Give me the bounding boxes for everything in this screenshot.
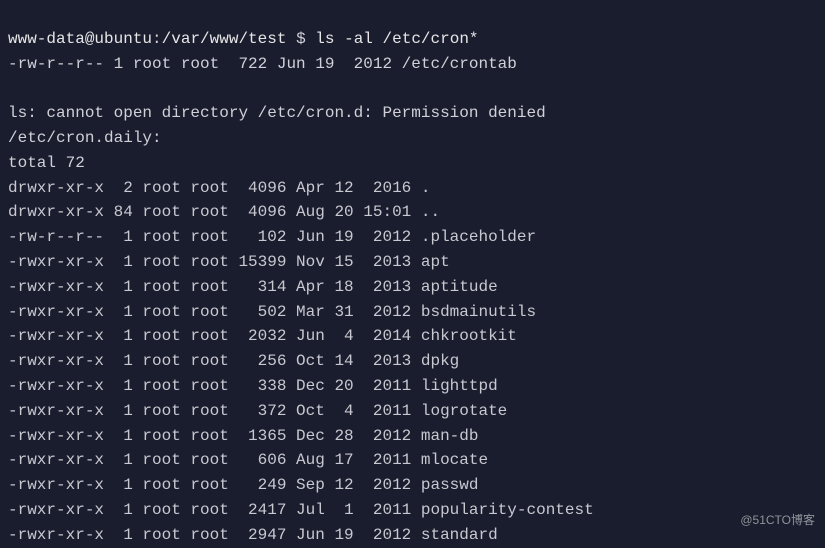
error-line: ls: cannot open directory /etc/cron.d: P… [8, 104, 546, 122]
watermark-text: @51CTO博客 [740, 511, 815, 530]
file-listing: drwxr-xr-x 2 root root 4096 Apr 12 2016 … [8, 179, 594, 544]
crontab-entry: -rw-r--r-- 1 root root 722 Jun 19 2012 /… [8, 55, 517, 73]
command-text: ls -al /etc/cron* [315, 30, 478, 48]
total-line: total 72 [8, 154, 85, 172]
terminal-output: www-data@ubuntu:/var/www/test $ ls -al /… [8, 2, 817, 548]
prompt-userhost: www-data@ubuntu [8, 30, 152, 48]
prompt-symbol: $ [296, 30, 306, 48]
prompt-cwd: /var/www/test [162, 30, 287, 48]
cron-daily-header: /etc/cron.daily: [8, 129, 162, 147]
prompt-line[interactable]: www-data@ubuntu:/var/www/test $ ls -al /… [8, 30, 479, 48]
